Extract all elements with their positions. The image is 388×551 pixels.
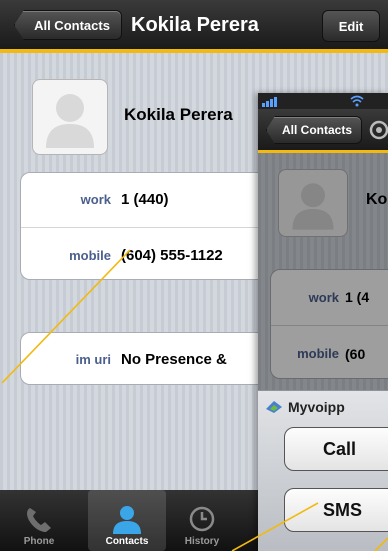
overlay-all-contacts-back-button[interactable]: All Contacts [266,116,362,144]
phone-icon [27,508,51,532]
overlay-contact-content: Ko work 1 (4 mobile (60 Myvoipp Call SMS [258,153,388,551]
tab-contacts-label: Contacts [105,536,149,547]
person-placeholder-icon [46,94,94,148]
clock-icon [189,506,215,532]
action-sheet-screen: All Contacts Ko work 1 (4 mobile (60 Myv… [258,93,388,551]
action-sheet: Myvoipp Call SMS [258,390,388,551]
page-title: Kokila Perera [131,14,259,36]
contact-name: Kokila Perera [124,105,233,124]
contacts-icon [113,506,141,534]
wifi-icon [350,95,364,107]
signal-icon [262,97,277,107]
edit-button[interactable]: Edit [322,10,380,42]
overlay-navigation-bar: All Contacts [258,109,388,153]
tab-phone[interactable]: Phone [0,490,78,551]
tab-phone-label: Phone [23,536,55,547]
tab-history-label: History [184,536,220,547]
tab-contacts[interactable]: Contacts [88,490,166,551]
all-contacts-back-button[interactable]: All Contacts [14,10,122,40]
contact-photo[interactable] [32,79,108,155]
status-bar [258,93,388,109]
sms-button[interactable]: SMS [284,488,388,532]
phone-label-mobile: mobile [69,247,111,263]
im-value: No Presence & [121,351,227,368]
app-logo-icon [369,120,388,140]
im-label: im uri [75,352,111,367]
tab-history[interactable]: History [163,490,241,551]
navigation-bar: All Contacts Kokila Perera Edit [0,0,388,53]
phone-value-mobile: (604) 555-1122 [121,246,223,264]
call-button[interactable]: Call [284,427,388,471]
myvoipp-app-icon [266,401,282,413]
action-sheet-title-label: Myvoipp [288,399,345,415]
phone-value-work: 1 (440) [121,191,169,208]
action-sheet-title: Myvoipp [264,399,345,415]
phone-label-work: work [80,192,111,207]
